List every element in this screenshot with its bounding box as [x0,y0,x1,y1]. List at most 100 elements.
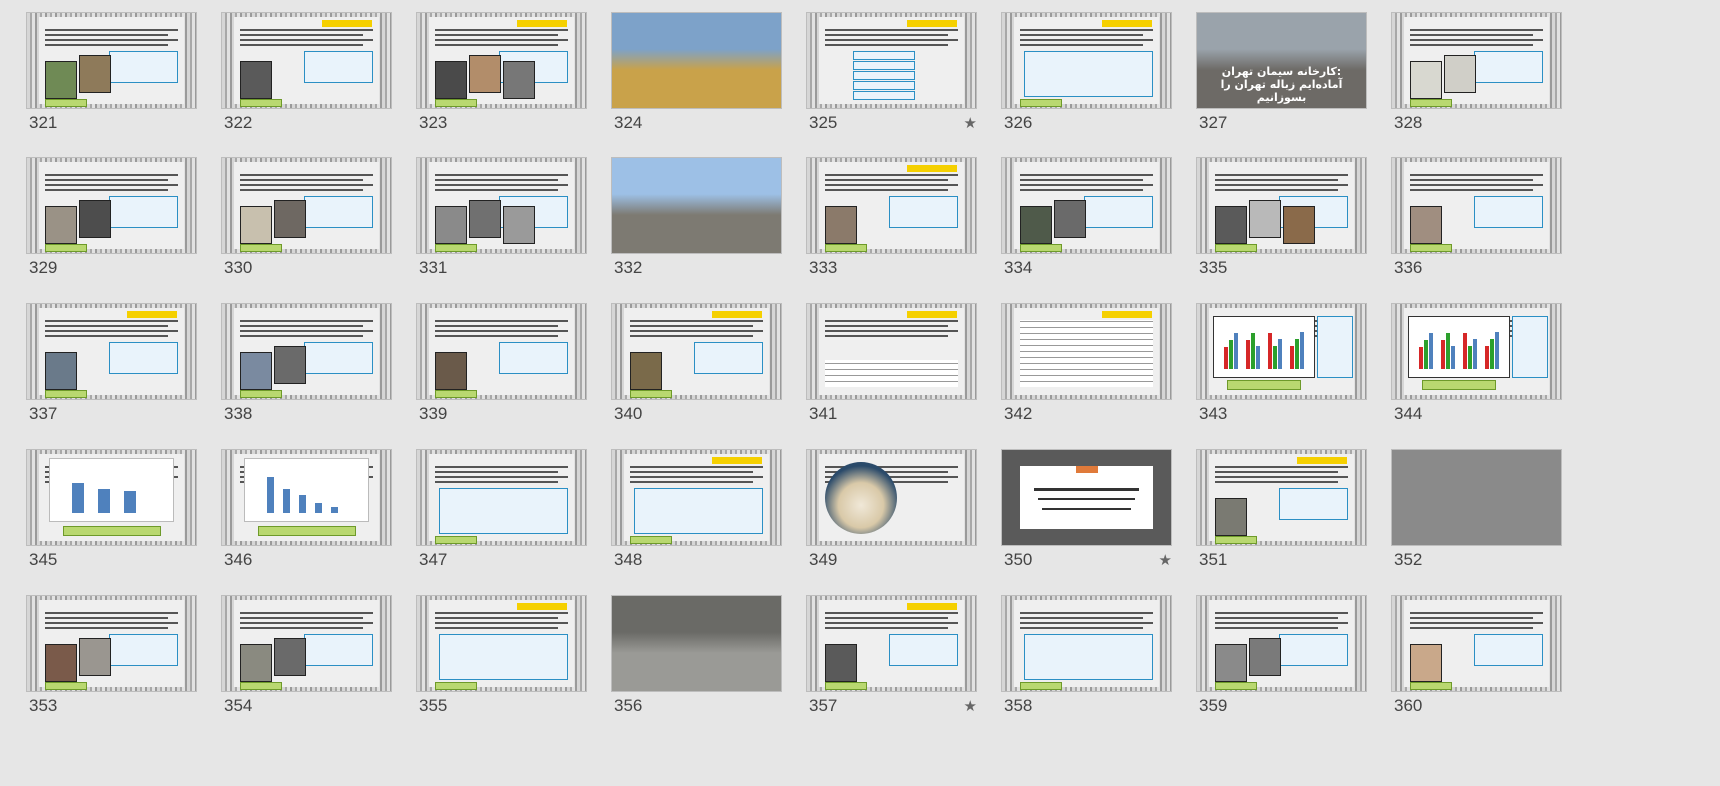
slide-thumbnail-338[interactable]: 338 [222,304,392,434]
slide-thumbnail-343[interactable]: 343 [1197,304,1367,434]
slide-thumbnail-332[interactable]: 332 [612,158,782,288]
slide-preview[interactable] [1392,13,1561,108]
slide-preview[interactable] [1392,596,1561,691]
slide-thumbnail-350[interactable]: 350 ★ [1002,450,1172,580]
slide-preview[interactable] [27,13,196,108]
slide-preview[interactable] [612,596,781,691]
title-highlight [1102,311,1152,318]
slide-thumbnail-349[interactable]: 349 [807,450,977,580]
slide-thumbnail-324[interactable]: 324 [612,13,782,143]
slide-thumbnail-337[interactable]: 337 [27,304,197,434]
title-highlight [322,20,372,27]
slide-preview[interactable] [222,13,391,108]
slide-preview[interactable]: کارخانه سیمان تهران: آماده‌ایم زباله تهر… [1197,13,1366,108]
slide-thumbnail-333[interactable]: 333 [807,158,977,288]
slide-thumbnail-360[interactable]: 360 [1392,596,1562,726]
slide-preview[interactable] [27,450,196,545]
slide-preview[interactable] [1002,450,1171,545]
slide-preview[interactable] [1197,596,1366,691]
slide-preview[interactable] [417,596,586,691]
slide-preview[interactable] [807,13,976,108]
slide-thumbnail-353[interactable]: 353 [27,596,197,726]
slide-thumbnail-321[interactable]: 321 [27,13,197,143]
slide-image [274,200,306,238]
slide-preview[interactable] [27,304,196,399]
slide-body [819,600,964,690]
slide-thumbnail-322[interactable]: 322 [222,13,392,143]
slide-thumbnail-342[interactable]: 342 [1002,304,1172,434]
slide-number: 354 [224,696,253,715]
slide-thumbnail-325[interactable]: 325 ★ [807,13,977,143]
list-box [853,61,915,70]
slide-preview[interactable] [1392,158,1561,253]
slide-preview[interactable] [1392,450,1561,545]
slide-thumbnail-357[interactable]: 357 ★ [807,596,977,726]
title-highlight [712,311,762,318]
slide-thumbnail-352[interactable]: 352 [1392,450,1562,580]
caption-label [630,536,672,544]
slide-preview[interactable] [27,158,196,253]
slide-preview[interactable] [807,596,976,691]
slide-preview[interactable] [222,158,391,253]
slide-thumbnail-351[interactable]: 351 [1197,450,1367,580]
slide-preview[interactable] [612,450,781,545]
slide-preview[interactable] [27,596,196,691]
slide-thumbnail-327[interactable]: کارخانه سیمان تهران: آماده‌ایم زباله تهر… [1197,13,1367,143]
slide-preview[interactable] [807,450,976,545]
slide-preview[interactable] [1002,596,1171,691]
slide-thumbnail-348[interactable]: 348 [612,450,782,580]
slide-body [1209,162,1354,252]
slide-thumbnail-330[interactable]: 330 [222,158,392,288]
slide-thumbnail-358[interactable]: 358 [1002,596,1172,726]
slide-preview[interactable] [1392,304,1561,399]
slide-preview[interactable] [612,158,781,253]
slide-thumbnail-354[interactable]: 354 [222,596,392,726]
slide-number: 336 [1394,258,1423,277]
slide-thumbnail-328[interactable]: 328 [1392,13,1562,143]
slide-preview[interactable] [222,596,391,691]
slide-thumbnail-355[interactable]: 355 [417,596,587,726]
caption-label [45,244,87,252]
slide-preview[interactable] [1197,304,1366,399]
slide-preview[interactable] [417,450,586,545]
slide-preview[interactable] [222,450,391,545]
slide-number: 338 [224,404,253,423]
slide-preview[interactable] [1002,158,1171,253]
slide-preview[interactable] [807,304,976,399]
slide-number: 332 [614,258,643,277]
slide-thumbnail-334[interactable]: 334 [1002,158,1172,288]
slide-preview[interactable] [612,13,781,108]
slide-preview[interactable] [222,304,391,399]
caption-label [1410,682,1452,690]
slide-preview[interactable] [417,13,586,108]
slide-preview[interactable] [1197,158,1366,253]
slide-preview[interactable] [1197,450,1366,545]
slide-thumbnail-346[interactable]: 346 [222,450,392,580]
slide-number: 344 [1394,404,1423,423]
slide-number: 327 [1199,113,1228,132]
slide-thumbnail-326[interactable]: 326 [1002,13,1172,143]
slide-thumbnail-323[interactable]: 323 [417,13,587,143]
slide-preview[interactable] [612,304,781,399]
slide-preview[interactable] [417,158,586,253]
slide-preview[interactable] [807,158,976,253]
slide-thumbnail-329[interactable]: 329 [27,158,197,288]
slide-thumbnail-339[interactable]: 339 [417,304,587,434]
slide-image [79,55,111,93]
slide-thumbnail-336[interactable]: 336 [1392,158,1562,288]
slide-preview[interactable] [1002,304,1171,399]
slide-thumbnail-345[interactable]: 345 [27,450,197,580]
text-box [1317,316,1353,378]
slide-thumbnail-331[interactable]: 331 [417,158,587,288]
caption-label [240,682,282,690]
slide-thumbnail-340[interactable]: 340 [612,304,782,434]
slide-preview[interactable] [417,304,586,399]
slide-thumbnail-344[interactable]: 344 [1392,304,1562,434]
slide-thumbnail-356[interactable]: 356 [612,596,782,726]
slide-preview[interactable] [1002,13,1171,108]
slide-thumbnail-347[interactable]: 347 [417,450,587,580]
slide-thumbnail-359[interactable]: 359 [1197,596,1367,726]
slide-thumbnail-335[interactable]: 335 [1197,158,1367,288]
slide-thumbnail-341[interactable]: 341 [807,304,977,434]
caption-label [630,390,672,398]
